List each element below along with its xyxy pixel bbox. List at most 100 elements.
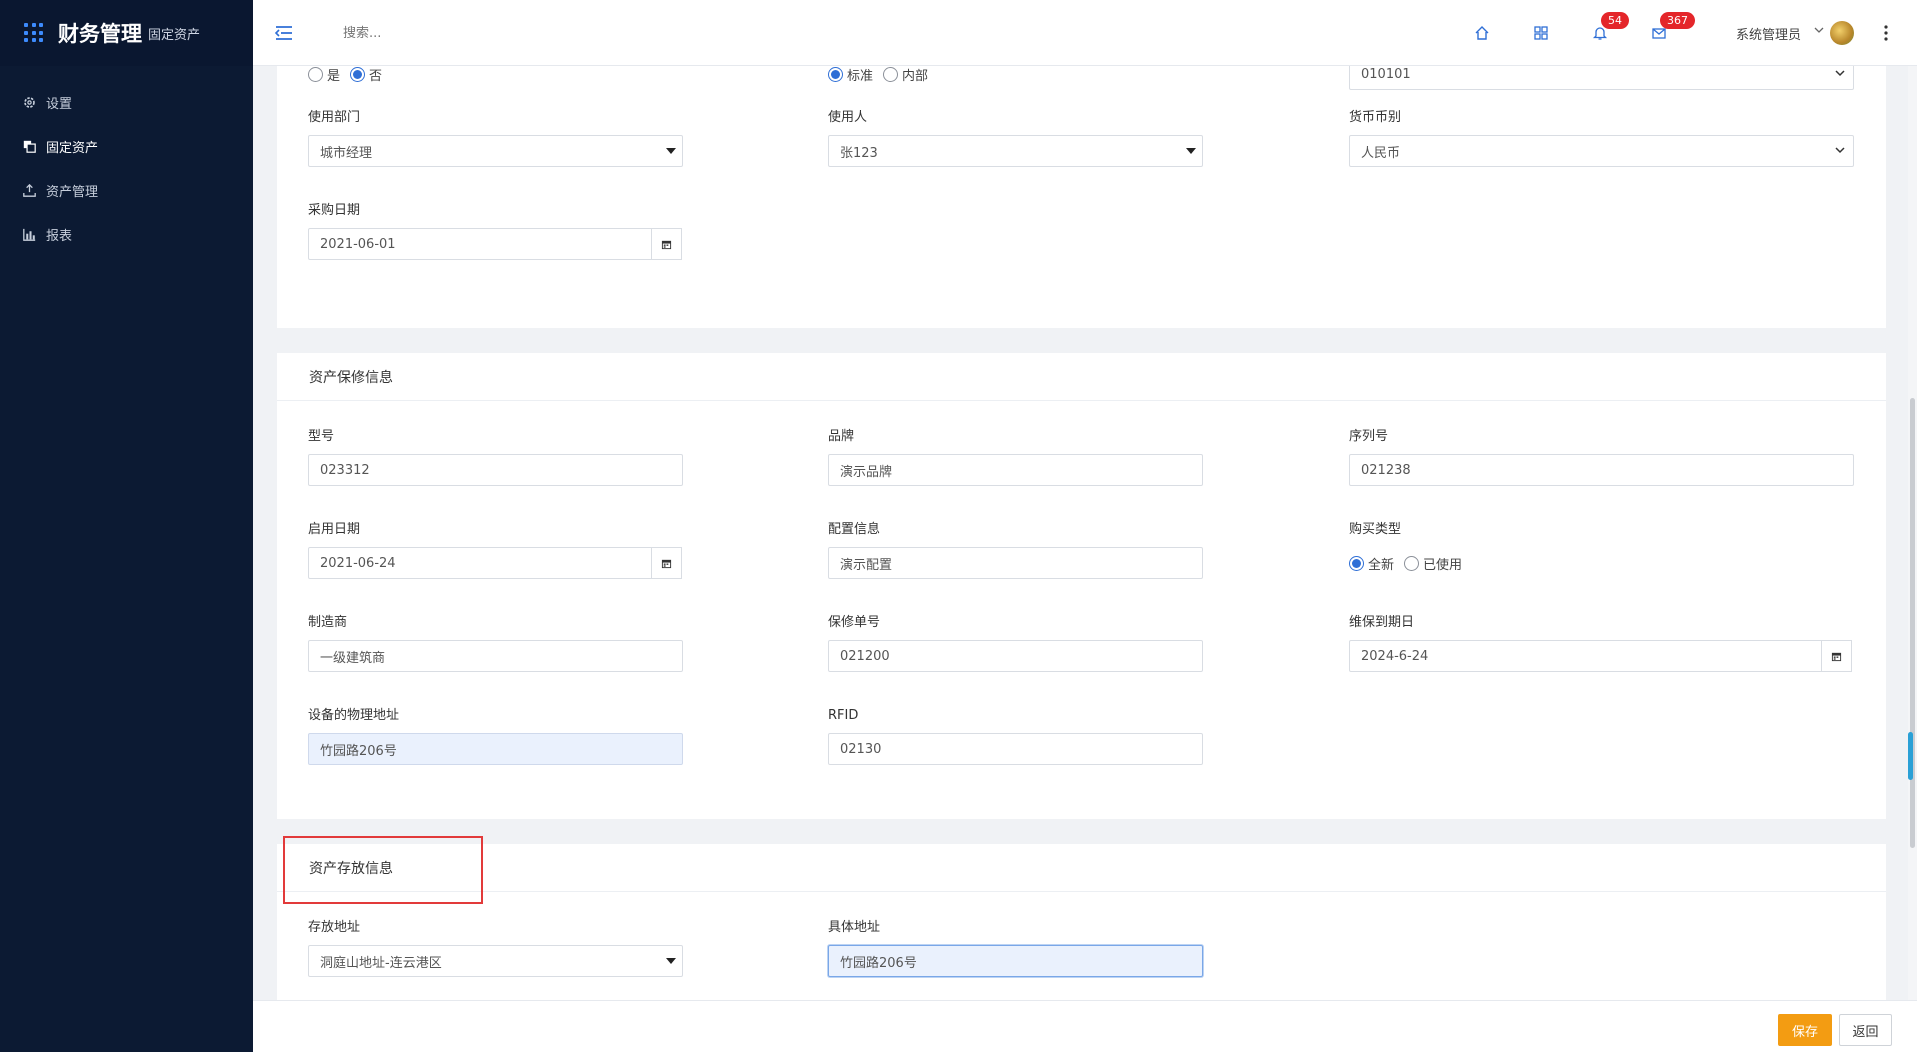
chevron-down-icon bbox=[1835, 147, 1845, 154]
brand-title: 财务管理 bbox=[58, 22, 142, 46]
home-icon[interactable] bbox=[1471, 22, 1493, 44]
start-date-value: 2021-06-24 bbox=[320, 555, 396, 571]
user-value: 张123 bbox=[840, 145, 878, 161]
field-yes-no: 是 否 bbox=[308, 66, 392, 92]
save-button[interactable]: 保存 bbox=[1778, 1014, 1832, 1046]
model-input[interactable]: 023312 bbox=[308, 454, 683, 486]
radio-used[interactable] bbox=[1404, 555, 1420, 571]
copy-icon bbox=[22, 139, 36, 153]
radio-group-yes-no: 是 否 bbox=[308, 66, 392, 92]
storage-address-value: 洞庭山地址-连云港区 bbox=[320, 955, 442, 971]
calendar-icon[interactable] bbox=[1821, 640, 1852, 672]
sidebar-item-asset-management[interactable]: 资产管理 bbox=[0, 168, 253, 212]
field-user: 使用人 张123 bbox=[828, 110, 1203, 167]
field-config: 配置信息 演示配置 bbox=[828, 522, 1203, 579]
field-label: 型号 bbox=[308, 429, 335, 444]
field-label: 设备的物理地址 bbox=[308, 708, 400, 723]
field-serial: 序列号 021238 bbox=[1349, 429, 1854, 486]
avatar[interactable] bbox=[1830, 21, 1854, 45]
field-label: 配置信息 bbox=[828, 522, 881, 537]
sidebar-item-label: 设置 bbox=[46, 96, 73, 112]
mail-icon[interactable]: 367 bbox=[1648, 12, 1695, 44]
radio-label: 内部 bbox=[902, 68, 929, 84]
field-currency: 货币币别 人民币 bbox=[1349, 110, 1854, 167]
detail-address-input[interactable]: 竹园路206号 bbox=[828, 945, 1203, 977]
manufacturer-input[interactable]: 一级建筑商 bbox=[308, 640, 683, 672]
field-storage-address: 存放地址 洞庭山地址-连云港区 bbox=[308, 920, 683, 977]
field-label: 制造商 bbox=[308, 615, 348, 630]
messages-badge: 367 bbox=[1660, 12, 1695, 29]
grid-icon[interactable] bbox=[1530, 22, 1552, 44]
field-model: 型号 023312 bbox=[308, 429, 683, 486]
field-standard-internal: 标准 内部 bbox=[828, 66, 938, 92]
sidebar-item-fixed-assets[interactable]: 固定资产 bbox=[0, 124, 253, 168]
department-value: 城市经理 bbox=[320, 145, 373, 161]
scrollbar-thumb[interactable] bbox=[1910, 398, 1915, 848]
sidebar-item-settings[interactable]: 设置 bbox=[0, 80, 253, 124]
warranty-no-input[interactable]: 021200 bbox=[828, 640, 1203, 672]
caret-down-icon bbox=[666, 148, 676, 154]
menu-toggle-icon[interactable] bbox=[273, 22, 295, 44]
field-label: 采购日期 bbox=[308, 203, 361, 218]
field-brand: 品牌 演示品牌 bbox=[828, 429, 1203, 486]
bell-icon[interactable]: 54 bbox=[1589, 12, 1629, 44]
sidebar: 财务管理 固定资产 设置 固定资产 资产管理 报表 bbox=[0, 0, 253, 1052]
field-physical-address: 设备的物理地址 竹园路206号 bbox=[308, 708, 683, 765]
purchase-date-input[interactable]: 2021-06-01 bbox=[308, 228, 682, 260]
brand-subtitle: 固定资产 bbox=[148, 27, 201, 43]
user-name[interactable]: 系统管理员 bbox=[1736, 24, 1801, 43]
physical-address-input[interactable]: 竹园路206号 bbox=[308, 733, 683, 765]
highlight-box bbox=[283, 836, 483, 904]
calendar-icon[interactable] bbox=[651, 228, 682, 260]
brand: 财务管理 固定资产 bbox=[0, 0, 253, 66]
sidebar-item-reports[interactable]: 报表 bbox=[0, 212, 253, 256]
topbar: 54 367 系统管理员 bbox=[253, 0, 1917, 66]
main-content: 是 否 标准 内部 010101 使用部门 城市经理 使用人 张123 货币币别… bbox=[253, 66, 1917, 1000]
storage-address-select[interactable]: 洞庭山地址-连云港区 bbox=[308, 945, 683, 977]
caret-down-icon bbox=[1186, 148, 1196, 154]
radio-no[interactable] bbox=[350, 66, 366, 82]
field-expire-date: 维保到期日 2024-6-24 bbox=[1349, 615, 1852, 672]
radio-label: 否 bbox=[369, 68, 383, 84]
purchase-date-value: 2021-06-01 bbox=[320, 236, 396, 252]
chevron-down-icon[interactable] bbox=[1814, 26, 1824, 37]
field-label: 保修单号 bbox=[828, 615, 881, 630]
bar-chart-icon bbox=[22, 227, 36, 241]
currency-select[interactable]: 人民币 bbox=[1349, 135, 1854, 167]
brand-input[interactable]: 演示品牌 bbox=[828, 454, 1203, 486]
department-select[interactable]: 城市经理 bbox=[308, 135, 683, 167]
rfid-input[interactable]: 02130 bbox=[828, 733, 1203, 765]
radio-yes[interactable] bbox=[308, 66, 323, 82]
code-select[interactable]: 010101 bbox=[1349, 66, 1854, 90]
search-input[interactable] bbox=[343, 20, 583, 46]
field-label: 具体地址 bbox=[828, 920, 881, 935]
start-date-input[interactable]: 2021-06-24 bbox=[308, 547, 682, 579]
currency-value: 人民币 bbox=[1361, 145, 1401, 161]
field-label: 使用部门 bbox=[308, 110, 361, 125]
field-label: 存放地址 bbox=[308, 920, 361, 935]
back-button[interactable]: 返回 bbox=[1839, 1014, 1892, 1046]
radio-new[interactable] bbox=[1349, 555, 1364, 571]
section-title: 资产保修信息 bbox=[277, 353, 1886, 401]
field-label: 维保到期日 bbox=[1349, 615, 1415, 630]
apps-grid-icon[interactable] bbox=[24, 23, 44, 43]
expire-date-input[interactable]: 2024-6-24 bbox=[1349, 640, 1852, 672]
field-label: 序列号 bbox=[1349, 429, 1389, 444]
field-label: RFID bbox=[828, 708, 859, 723]
field-label: 使用人 bbox=[828, 110, 868, 125]
card-warranty: 资产保修信息 型号 023312 品牌 演示品牌 序列号 021238 启用日期… bbox=[277, 353, 1886, 819]
upload-icon bbox=[22, 183, 36, 197]
scrollbar[interactable] bbox=[1908, 66, 1917, 1000]
field-warranty-no: 保修单号 021200 bbox=[828, 615, 1203, 672]
user-select[interactable]: 张123 bbox=[828, 135, 1203, 167]
config-input[interactable]: 演示配置 bbox=[828, 547, 1203, 579]
radio-internal[interactable] bbox=[883, 66, 899, 82]
serial-input[interactable]: 021238 bbox=[1349, 454, 1854, 486]
more-vertical-icon[interactable] bbox=[1883, 22, 1889, 44]
field-label: 购买类型 bbox=[1349, 522, 1402, 537]
radio-standard[interactable] bbox=[828, 66, 843, 82]
calendar-icon[interactable] bbox=[651, 547, 682, 579]
field-purchase-date: 采购日期 2021-06-01 bbox=[308, 203, 682, 260]
field-label: 品牌 bbox=[828, 429, 855, 444]
sidebar-item-label: 固定资产 bbox=[46, 140, 99, 156]
